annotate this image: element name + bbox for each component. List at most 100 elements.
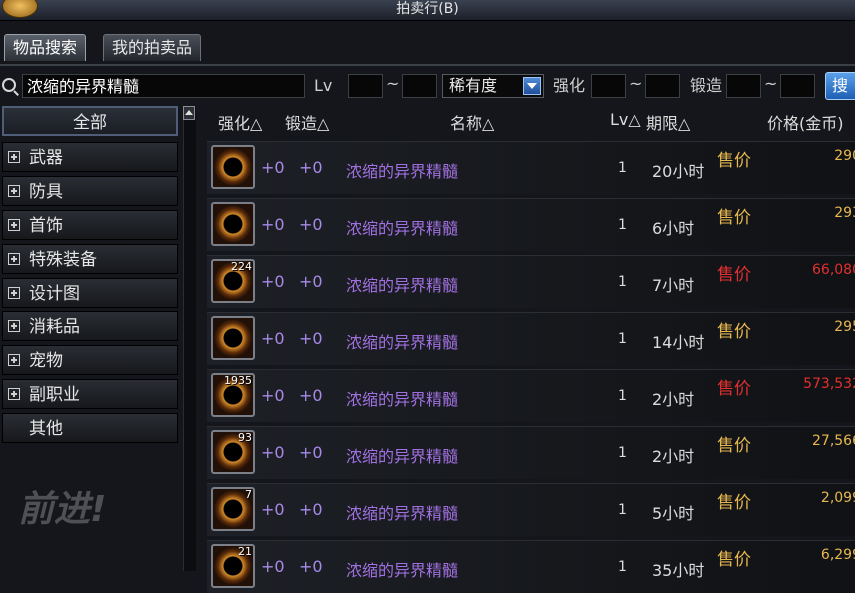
item-name: 浓缩的异界精髓 — [346, 447, 459, 466]
sell-label: 售价 — [717, 208, 751, 228]
item-name: 浓缩的异界精髓 — [346, 276, 459, 295]
category-armor[interactable]: 防具 — [2, 176, 178, 206]
col-price[interactable]: 价格(金币) — [767, 110, 844, 134]
rarity-label: 稀有度 — [449, 76, 498, 95]
tab-divider — [0, 64, 855, 66]
enhance-min-input[interactable] — [591, 74, 626, 98]
background-logo-text: 前进! — [18, 489, 107, 530]
table-row[interactable]: +0 +0 浓缩的异界精髓 1 6小时 售价 293 — [207, 198, 855, 251]
category-label: 其他 — [29, 419, 63, 439]
enhance-value: +0 — [261, 272, 285, 291]
category-subjob[interactable]: 副职业 — [2, 379, 178, 409]
rarity-select[interactable]: 稀有度 — [442, 74, 544, 98]
table-row[interactable]: 93 +0 +0 浓缩的异界精髓 1 2小时 售价 27,566 — [207, 426, 855, 479]
item-level: 1 — [618, 502, 627, 518]
table-row[interactable]: 7 +0 +0 浓缩的异界精髓 1 5小时 售价 2,099 — [207, 483, 855, 536]
table-row[interactable]: +0 +0 浓缩的异界精髓 1 20小时 售价 290 — [207, 141, 855, 194]
item-expire: 6小时 — [652, 219, 695, 238]
category-label: 宠物 — [29, 351, 63, 371]
expand-icon[interactable] — [8, 185, 20, 197]
col-forge[interactable]: 锻造△ — [285, 110, 329, 134]
item-name: 浓缩的异界精髓 — [346, 333, 459, 352]
forge-value: +0 — [299, 557, 323, 576]
item-expire: 7小时 — [652, 276, 695, 295]
category-label: 首饰 — [29, 216, 63, 236]
forge-value: +0 — [299, 215, 323, 234]
sell-label: 售价 — [717, 550, 751, 570]
expand-icon[interactable] — [8, 354, 20, 366]
item-level: 1 — [618, 217, 627, 233]
essence-item-icon — [211, 145, 255, 189]
category-weapon[interactable]: 武器 — [2, 142, 178, 172]
essence-item-icon: 21 — [211, 544, 255, 588]
forge-min-input[interactable] — [726, 74, 761, 98]
item-level: 1 — [618, 274, 627, 290]
enhance-value: +0 — [261, 386, 285, 405]
lv-max-input[interactable] — [402, 74, 437, 98]
expand-icon[interactable] — [8, 320, 20, 332]
forge-value: +0 — [299, 158, 323, 177]
item-price: 573,532 — [803, 376, 855, 392]
expand-icon[interactable] — [8, 219, 20, 231]
forge-max-input[interactable] — [780, 74, 815, 98]
item-name: 浓缩的异界精髓 — [346, 504, 459, 523]
category-all[interactable]: 全部 — [2, 106, 178, 136]
table-row[interactable]: 1935 +0 +0 浓缩的异界精髓 1 2小时 售价 573,532 — [207, 369, 855, 422]
scroll-up-icon[interactable] — [183, 106, 195, 120]
item-name: 浓缩的异界精髓 — [346, 162, 459, 181]
enhance-value: +0 — [261, 500, 285, 519]
col-enhance[interactable]: 强化△ — [218, 110, 262, 134]
essence-item-icon: 1935 — [211, 373, 255, 417]
tab-item-search[interactable]: 物品搜索 — [4, 34, 87, 61]
category-blueprint[interactable]: 设计图 — [2, 278, 178, 308]
essence-item-icon — [211, 316, 255, 360]
category-label: 特殊装备 — [29, 250, 97, 270]
lv-label: Lv — [314, 76, 333, 95]
item-quantity: 93 — [238, 431, 252, 444]
sidebar-scrollbar[interactable] — [183, 106, 196, 571]
essence-item-icon: 93 — [211, 430, 255, 474]
forge-value: +0 — [299, 443, 323, 462]
item-expire: 2小时 — [652, 447, 695, 466]
col-name[interactable]: 名称△ — [450, 110, 494, 134]
enhance-max-input[interactable] — [645, 74, 680, 98]
expand-icon[interactable] — [8, 253, 20, 265]
item-price: 6,299 — [820, 547, 855, 563]
search-button[interactable]: 搜 — [825, 72, 855, 100]
expand-icon[interactable] — [8, 388, 20, 400]
search-icon — [2, 78, 16, 92]
enhance-value: +0 — [261, 158, 285, 177]
category-pet[interactable]: 宠物 — [2, 345, 178, 375]
sell-label: 售价 — [717, 436, 751, 456]
expand-icon[interactable] — [8, 287, 20, 299]
category-accessory[interactable]: 首饰 — [2, 210, 178, 240]
item-name-input[interactable]: 浓缩的异界精髓 — [22, 74, 305, 98]
category-label: 武器 — [29, 148, 63, 168]
table-row[interactable]: 224 +0 +0 浓缩的异界精髓 1 7小时 售价 66,080 — [207, 255, 855, 308]
item-name: 浓缩的异界精髓 — [346, 390, 459, 409]
expand-icon[interactable] — [8, 151, 20, 163]
enhance-tilde: ~ — [629, 74, 643, 93]
category-consumable[interactable]: 消耗品 — [2, 311, 178, 341]
enhance-value: +0 — [261, 215, 285, 234]
item-level: 1 — [618, 445, 627, 461]
col-lv[interactable]: Lv△ — [610, 110, 641, 129]
essence-item-icon: 224 — [211, 259, 255, 303]
tab-my-auctions[interactable]: 我的拍卖品 — [103, 34, 202, 61]
category-other[interactable]: 其他 — [2, 413, 178, 443]
col-expire[interactable]: 期限△ — [646, 110, 690, 134]
category-special-equip[interactable]: 特殊装备 — [2, 244, 178, 274]
sell-label: 售价 — [717, 379, 751, 399]
forge-value: +0 — [299, 500, 323, 519]
item-price: 293 — [834, 205, 855, 221]
category-label: 全部 — [73, 113, 107, 133]
essence-item-icon — [211, 202, 255, 246]
table-row[interactable]: 21 +0 +0 浓缩的异界精髓 1 35小时 售价 6,299 — [207, 540, 855, 593]
essence-item-icon: 7 — [211, 487, 255, 531]
enhance-value: +0 — [261, 329, 285, 348]
table-row[interactable]: +0 +0 浓缩的异界精髓 1 14小时 售价 295 — [207, 312, 855, 365]
lv-min-input[interactable] — [348, 74, 383, 98]
chevron-down-icon[interactable] — [523, 77, 541, 95]
forge-label: 锻造 — [690, 76, 723, 95]
item-quantity: 21 — [238, 545, 252, 558]
